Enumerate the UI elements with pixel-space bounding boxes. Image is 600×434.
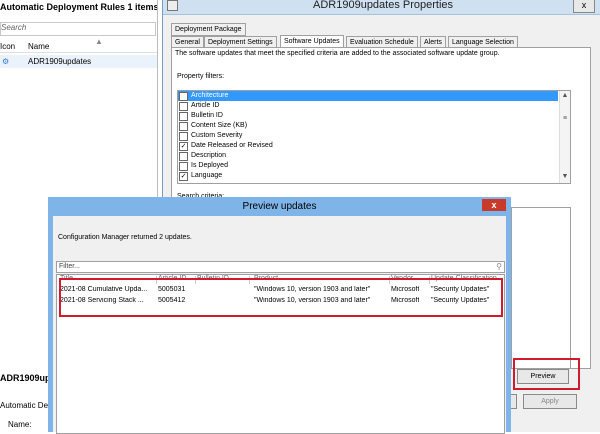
- properties-titlebar: ADR1909updates Properties x: [163, 0, 600, 15]
- property-filters-list[interactable]: Architecture Article ID Bulletin ID Cont…: [177, 90, 571, 184]
- checkbox-checked[interactable]: ✓: [179, 172, 188, 181]
- column-name[interactable]: Name: [28, 42, 49, 51]
- preview-highlight-box: [513, 358, 580, 390]
- checkbox[interactable]: [179, 102, 188, 111]
- console-header: Automatic Deployment Rules 1 items: [0, 2, 159, 12]
- checkbox[interactable]: [179, 92, 188, 101]
- preview-title: Preview updates: [242, 201, 317, 212]
- property-filters-label: Property filters:: [177, 73, 225, 80]
- list-item[interactable]: Custom Severity: [178, 131, 558, 141]
- window-icon: [167, 0, 178, 11]
- list-item[interactable]: Description: [178, 151, 558, 161]
- updates-grid[interactable]: Title Article ID Bulletin ID Product Ven…: [56, 274, 505, 434]
- rule-name: ADR1909updates: [28, 57, 92, 66]
- rule-icon: ⚙: [2, 57, 10, 66]
- panel-description: The software updates that meet the speci…: [175, 50, 500, 57]
- details-label: Automatic De: [0, 401, 49, 410]
- search-icon: ⚲: [496, 262, 502, 271]
- column-icon[interactable]: Icon: [0, 42, 15, 51]
- list-item-label: Description: [191, 152, 227, 159]
- checkbox[interactable]: [179, 112, 188, 121]
- list-item-label: Language: [191, 172, 223, 179]
- list-item[interactable]: Is Deployed: [178, 161, 558, 171]
- console-search-input[interactable]: Search: [0, 22, 156, 36]
- preview-dialog: Preview updates x Configuration Manager …: [48, 197, 511, 434]
- list-item[interactable]: Content Size (KB): [178, 121, 558, 131]
- checkbox[interactable]: [179, 152, 188, 161]
- properties-close-button[interactable]: x: [573, 0, 595, 13]
- list-item-label: Is Deployed: [191, 162, 228, 169]
- preview-message: Configuration Manager returned 2 updates…: [58, 234, 192, 241]
- list-item-label: Bulletin ID: [191, 112, 223, 119]
- list-item-label: Article ID: [191, 102, 220, 109]
- tab-deployment-package[interactable]: Deployment Package: [171, 23, 246, 36]
- results-highlight-box: [59, 278, 503, 317]
- filter-input[interactable]: Filter... ⚲: [56, 261, 505, 273]
- checkbox[interactable]: [179, 132, 188, 141]
- vertical-scrollbar[interactable]: ▲ ≡ ▼: [559, 91, 570, 183]
- list-item[interactable]: Bulletin ID: [178, 111, 558, 121]
- list-item[interactable]: ✓ Language: [178, 171, 558, 181]
- search-criteria-box[interactable]: [511, 207, 571, 369]
- list-item[interactable]: Architecture: [178, 91, 558, 101]
- checkbox[interactable]: [179, 162, 188, 171]
- list-item-label: Date Released or Revised: [191, 142, 273, 149]
- checkbox[interactable]: [179, 122, 188, 131]
- preview-close-button[interactable]: x: [482, 199, 506, 211]
- sort-arrow-icon: ▲: [95, 37, 103, 46]
- scroll-up-icon[interactable]: ▲: [561, 92, 569, 100]
- details-title: ADR1909up: [0, 373, 51, 383]
- table-row[interactable]: ⚙ ADR1909updates: [0, 55, 158, 68]
- scroll-thumb-icon[interactable]: ≡: [561, 115, 569, 123]
- filter-placeholder: Filter...: [59, 263, 81, 270]
- console-column-header[interactable]: Icon Name ▲: [0, 37, 158, 53]
- scroll-down-icon[interactable]: ▼: [561, 173, 569, 181]
- list-item-label: Content Size (KB): [191, 122, 248, 129]
- properties-title: ADR1909updates Properties: [313, 0, 454, 11]
- apply-button[interactable]: Apply: [523, 394, 577, 409]
- checkbox-checked[interactable]: ✓: [179, 142, 188, 151]
- list-item-label: Architecture: [191, 92, 229, 99]
- preview-body: Configuration Manager returned 2 updates…: [53, 216, 506, 434]
- list-item[interactable]: ✓ Date Released or Revised: [178, 141, 558, 151]
- details-name-label: Name:: [8, 420, 32, 429]
- list-item[interactable]: Article ID: [178, 101, 558, 111]
- list-item-label: Custom Severity: [191, 132, 243, 139]
